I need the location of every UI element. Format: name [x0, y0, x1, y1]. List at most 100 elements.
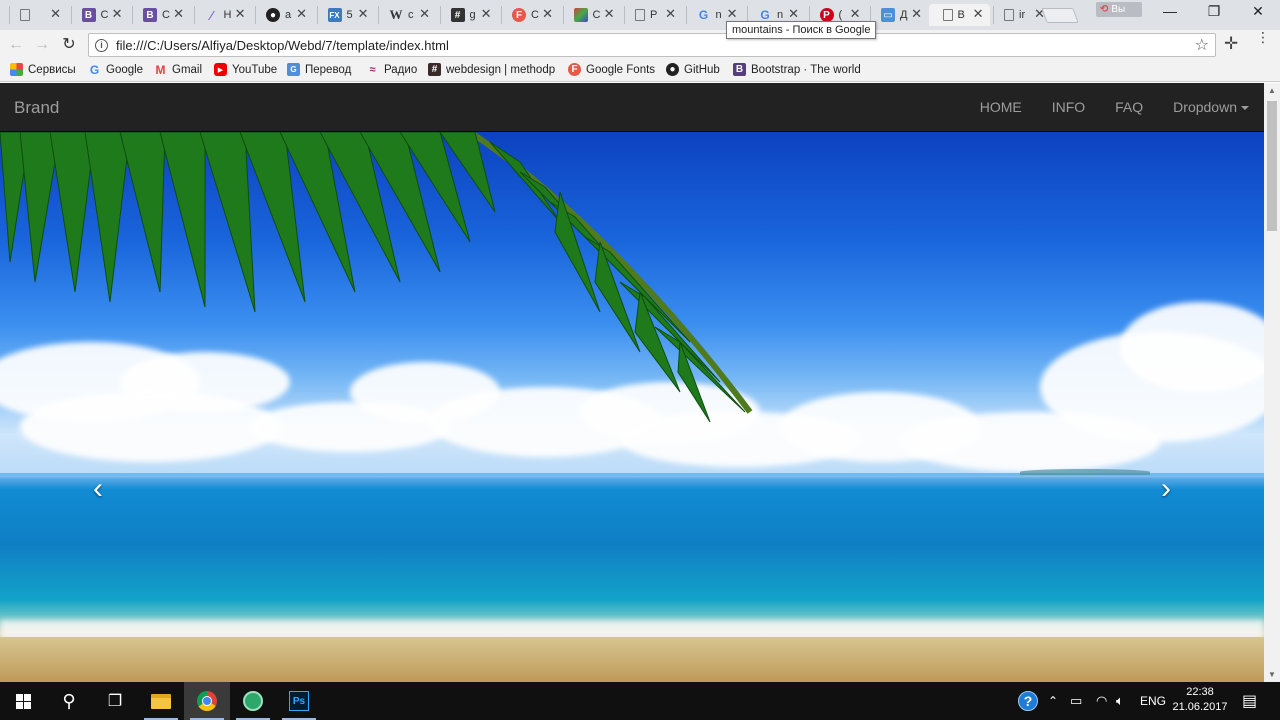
tray-overflow-button[interactable]: ⌃ [1048, 682, 1058, 720]
tab-close-icon[interactable]: ✕ [296, 7, 307, 21]
browser-tab[interactable]: FX 5 ✕ [314, 4, 375, 26]
bookmark-item[interactable]: Сервисы [10, 63, 76, 76]
tab-title: C [100, 9, 109, 21]
browser-tab[interactable]: F C ✕ [498, 4, 559, 26]
image-icon [573, 8, 588, 22]
language-indicator[interactable]: ENG [1140, 682, 1166, 720]
forward-button[interactable]: → [32, 35, 52, 55]
browser-tab[interactable]: ● a ✕ [252, 4, 313, 26]
bookmark-item[interactable]: ● GitHub [666, 63, 720, 76]
tab-close-icon[interactable]: ✕ [665, 7, 676, 21]
wifi-icon[interactable]: ◠ [1096, 682, 1107, 720]
tab-title: ( [838, 9, 843, 21]
bootstrap-icon: B [733, 63, 746, 76]
browser-tab[interactable]: ✕ [6, 4, 67, 26]
scroll-thumb[interactable] [1267, 101, 1277, 231]
google-icon: G [760, 8, 770, 22]
tab-close-icon[interactable]: ✕ [542, 7, 553, 21]
tab-close-icon[interactable]: ✕ [481, 7, 492, 21]
tab-close-icon[interactable]: ✕ [911, 7, 922, 21]
browser-tab[interactable]: C ✕ [560, 4, 621, 26]
battery-icon[interactable]: ▭ [1070, 682, 1082, 720]
page-scrollbar[interactable]: ▲ ▼ [1264, 83, 1280, 682]
minimize-button[interactable]: — [1155, 3, 1185, 19]
tab-separator [132, 6, 133, 24]
bookmark-item[interactable]: G Перевод [287, 63, 351, 76]
bookmark-item[interactable]: G Google [88, 63, 143, 77]
folder-icon [151, 693, 171, 709]
nav-info[interactable]: INFO [1037, 83, 1100, 132]
doc-icon: ▭ [881, 8, 895, 22]
extension-icon[interactable]: ✛ [1224, 34, 1238, 54]
profile-button[interactable]: ⟲ Вы [1096, 2, 1142, 17]
notifications-icon[interactable]: ▤ [1242, 682, 1257, 720]
tab-separator [316, 6, 318, 24]
bookmark-item[interactable]: B Bootstrap · The world [733, 63, 861, 76]
nav-home[interactable]: HOME [965, 83, 1037, 132]
tab-title: a [285, 9, 292, 21]
chevron-up-icon: ⌃ [1048, 694, 1059, 708]
volume-icon[interactable]: 🔈︎ [1116, 682, 1124, 720]
profile-icon: ⟲ [1100, 4, 1109, 15]
browser-tab[interactable]: B ✕ [928, 4, 990, 26]
translate-icon: G [287, 63, 300, 76]
help-button[interactable]: ? [1018, 682, 1038, 720]
tab-close-icon[interactable]: ✕ [173, 7, 184, 21]
clock-time: 22:38 [1186, 686, 1214, 698]
reload-button[interactable]: ↻ [59, 35, 79, 55]
scroll-up-icon[interactable]: ▲ [1268, 86, 1276, 95]
tab-close-icon[interactable]: ✕ [235, 7, 246, 21]
tab-close-icon[interactable]: ✕ [419, 7, 430, 21]
new-tab-button[interactable] [1041, 8, 1079, 23]
tab-close-icon[interactable]: ✕ [50, 7, 61, 21]
browser-tab[interactable]: # g ✕ [437, 4, 498, 26]
photoshop-button[interactable]: Ps [276, 682, 322, 720]
browser-tab[interactable]: P ✕ [621, 4, 682, 26]
nav-faq[interactable]: FAQ [1100, 83, 1158, 132]
tab-title: n [715, 9, 722, 21]
navbar-brand[interactable]: Brand [14, 98, 59, 118]
close-window-button[interactable]: ✕ [1243, 3, 1273, 20]
tab-close-icon[interactable]: ✕ [112, 7, 123, 21]
globe-app-button[interactable] [230, 682, 276, 720]
file-explorer-button[interactable] [138, 682, 184, 720]
nav-dropdown[interactable]: Dropdown [1158, 83, 1264, 132]
globe-icon [243, 691, 263, 711]
bookmark-item[interactable]: M Gmail [154, 62, 203, 77]
bookmark-item[interactable]: ▶ YouTube [214, 63, 277, 76]
back-button[interactable]: ← [6, 35, 26, 55]
bookmark-star-icon[interactable]: ☆ [1195, 35, 1209, 55]
chrome-icon [197, 691, 217, 711]
chrome-button[interactable] [184, 682, 230, 720]
task-view-button[interactable]: ❐ [92, 682, 138, 720]
browser-tab[interactable]: ∕ H ✕ [191, 4, 252, 26]
address-url[interactable]: file:///C:/Users/Alfiya/Desktop/Webd/7/t… [116, 38, 449, 53]
tab-close-icon[interactable]: ✕ [604, 7, 615, 21]
browser-menu-button[interactable]: ⋮ [1256, 30, 1270, 44]
tab-close-icon[interactable]: ✕ [358, 7, 369, 21]
carousel-prev-icon[interactable]: ‹ [83, 474, 113, 504]
gmail-icon: M [155, 62, 166, 77]
maximize-button[interactable]: ❐ [1199, 3, 1229, 20]
tab-close-icon[interactable]: ✕ [788, 7, 799, 21]
address-bar[interactable]: i file:///C:/Users/Alfiya/Desktop/Webd/7… [88, 33, 1216, 57]
info-icon[interactable]: i [95, 38, 108, 52]
tab-title: P [650, 9, 658, 21]
clock[interactable]: 22:38 21.06.2017 [1170, 685, 1230, 715]
tab-close-icon[interactable]: ✕ [727, 7, 738, 21]
tab-close-icon[interactable]: ✕ [973, 7, 984, 21]
bookmark-label: webdesign | methodp [446, 63, 556, 76]
browser-tab[interactable]: B C ✕ [129, 4, 190, 26]
bookmark-item[interactable]: # webdesign | methodp [428, 63, 555, 76]
start-button[interactable] [0, 682, 46, 720]
bookmark-item[interactable]: ≈ Радио [366, 63, 417, 76]
blank-page-icon [1004, 9, 1014, 21]
browser-tab[interactable]: B C ✕ [68, 4, 129, 26]
scroll-down-icon[interactable]: ▼ [1268, 670, 1276, 679]
tab-close-icon[interactable]: ✕ [850, 7, 861, 21]
carousel-next-icon[interactable]: › [1151, 474, 1181, 504]
browser-tab[interactable]: Wc ✕ [375, 4, 436, 26]
search-button[interactable]: ⚲ [46, 682, 92, 720]
bookmark-item[interactable]: F Google Fonts [568, 63, 655, 76]
blank-page-icon [635, 9, 645, 21]
